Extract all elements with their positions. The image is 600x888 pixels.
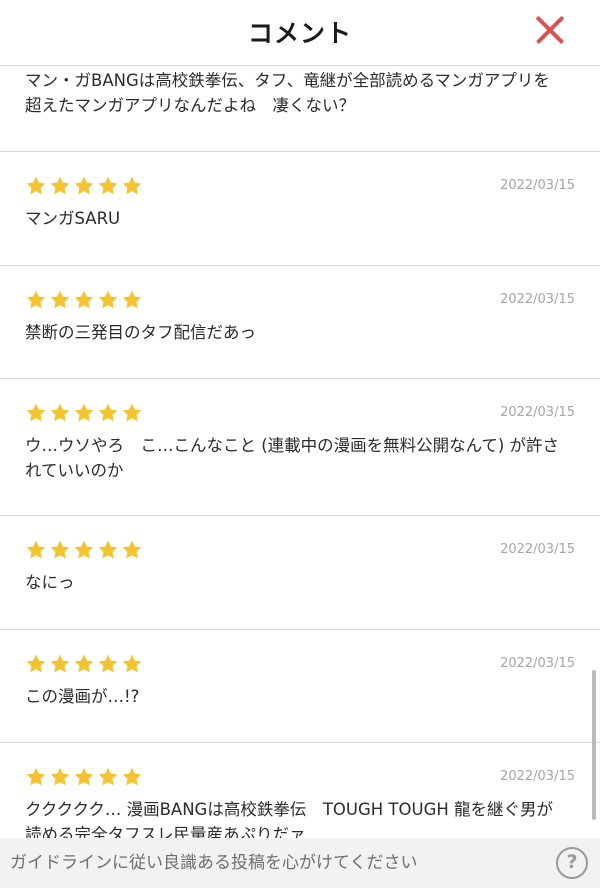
star-icon <box>26 767 46 786</box>
comment-date: 2022/03/15 <box>500 769 575 784</box>
star-icon <box>122 176 142 195</box>
star-icon <box>50 403 70 422</box>
comment-input[interactable] <box>10 838 550 888</box>
comment-text: マン・ガBANGは高校鉄拳伝、タフ、竜継が全部読めるマンガアプリを超えたマンガア… <box>25 71 550 115</box>
star-icon <box>74 767 94 786</box>
comment-date: 2022/03/15 <box>500 405 575 420</box>
star-icon <box>74 403 94 422</box>
comment-text: 禁断の三発目のタフ配信だあっ <box>25 323 256 342</box>
star-rating <box>25 175 143 197</box>
comment-date: 2022/03/15 <box>500 292 575 307</box>
star-icon <box>50 767 70 786</box>
comment-text: ウ…ウソやろ こ…こんなこと (連載中の漫画を無料公開なんて) が許されていいの… <box>25 436 560 480</box>
page-title: コメント <box>247 19 352 48</box>
help-icon[interactable]: ? <box>556 847 588 879</box>
comment-item: 2022/03/15 禁断の三発目のタフ配信だあっ <box>0 266 600 379</box>
comment-item: 2022/03/15 この漫画が…!? <box>0 630 600 743</box>
star-icon <box>26 540 46 559</box>
star-icon <box>26 290 46 309</box>
star-icon <box>50 540 70 559</box>
star-icon <box>122 767 142 786</box>
star-rating <box>25 653 143 675</box>
star-icon <box>50 176 70 195</box>
comment-screen: マン・ガBANGは高校鉄拳伝、タフ、竜継が全部読めるマンガアプリを超えたマンガア… <box>0 0 600 888</box>
star-rating <box>25 766 143 788</box>
star-icon <box>98 290 118 309</box>
close-icon[interactable] <box>530 10 570 50</box>
star-icon <box>98 654 118 673</box>
star-icon <box>26 176 46 195</box>
comment-item: 2022/03/15 なにっ <box>0 516 600 630</box>
star-icon <box>98 540 118 559</box>
comment-item: 2022/03/15 ウ…ウソやろ こ…こんなこと (連載中の漫画を無料公開なん… <box>0 379 600 516</box>
star-icon <box>26 654 46 673</box>
comment-text: なにっ <box>25 573 75 592</box>
comment-date: 2022/03/15 <box>500 656 575 671</box>
comment-item: 2022/03/15 マンガSARU <box>0 152 600 266</box>
comment-list[interactable]: マン・ガBANGは高校鉄拳伝、タフ、竜継が全部読めるマンガアプリを超えたマンガア… <box>0 0 600 888</box>
star-icon <box>122 290 142 309</box>
star-icon <box>98 176 118 195</box>
comment-date: 2022/03/15 <box>500 178 575 193</box>
comment-input-bar: ? <box>0 838 600 888</box>
star-rating <box>25 289 143 311</box>
star-icon <box>98 767 118 786</box>
star-icon <box>50 290 70 309</box>
star-icon <box>122 654 142 673</box>
star-rating <box>25 539 143 561</box>
scroll-indicator[interactable] <box>592 670 596 820</box>
star-rating <box>25 402 143 424</box>
star-icon <box>122 540 142 559</box>
comment-text: この漫画が…!? <box>25 687 140 706</box>
star-icon <box>98 403 118 422</box>
star-icon <box>50 654 70 673</box>
star-icon <box>122 403 142 422</box>
star-icon <box>74 540 94 559</box>
comment-date: 2022/03/15 <box>500 542 575 557</box>
star-icon <box>26 403 46 422</box>
star-icon <box>74 290 94 309</box>
comment-text: マンガSARU <box>25 209 121 228</box>
star-icon <box>74 654 94 673</box>
star-icon <box>74 176 94 195</box>
header: コメント <box>0 0 600 66</box>
